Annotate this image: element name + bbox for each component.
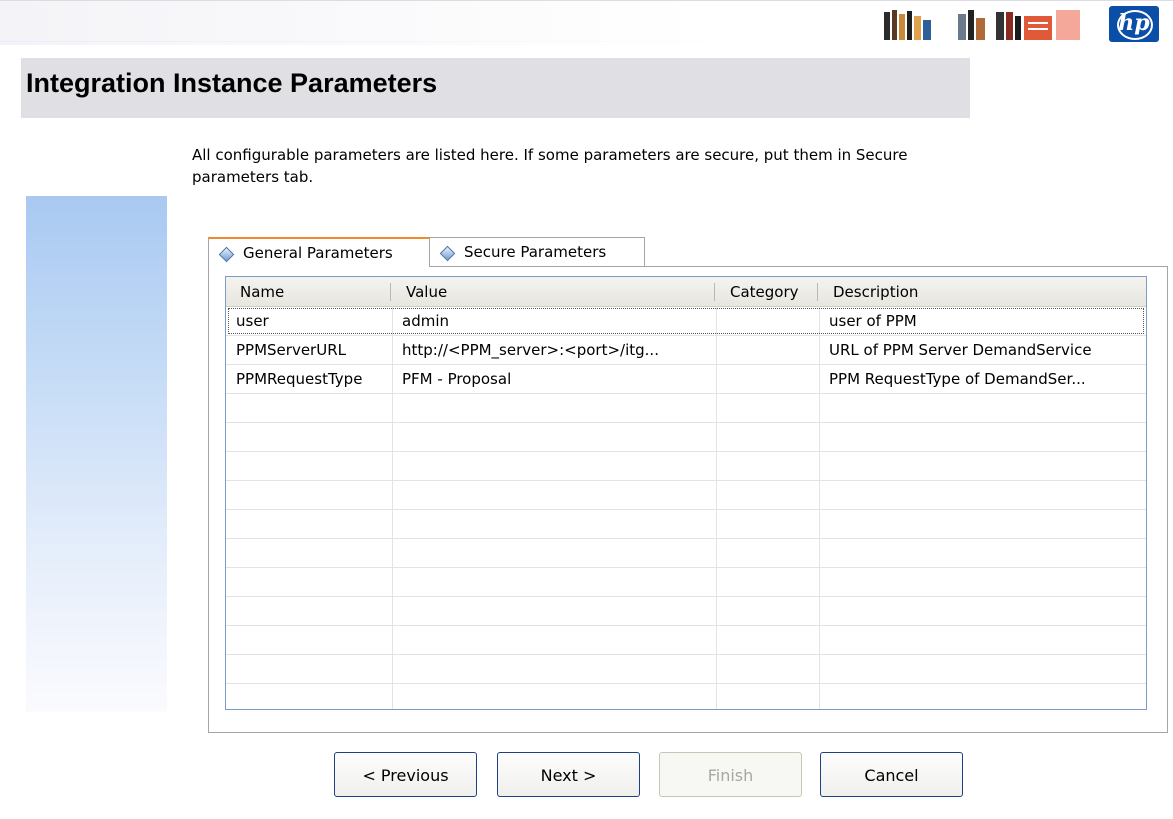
- empty-table-row: [226, 655, 1146, 684]
- finish-button[interactable]: Finish: [659, 752, 802, 797]
- side-gradient-panel: [26, 196, 167, 712]
- empty-table-row: [226, 394, 1146, 423]
- table-row[interactable]: PPMServerURL http://<PPM_server>:<port>/…: [226, 336, 1146, 365]
- cell-value[interactable]: PFM - Proposal: [392, 365, 716, 393]
- cell-value[interactable]: admin: [392, 307, 716, 335]
- column-header-value[interactable]: Value: [392, 277, 714, 306]
- cancel-button[interactable]: Cancel: [820, 752, 963, 797]
- table-row[interactable]: PPMRequestType PFM - Proposal PPM Reques…: [226, 365, 1146, 394]
- empty-table-row: [226, 597, 1146, 626]
- page-title-bar: Integration Instance Parameters: [21, 58, 970, 118]
- empty-table-row: [226, 481, 1146, 510]
- hp-logo: hp: [1109, 6, 1159, 42]
- cell-description[interactable]: URL of PPM Server DemandService: [819, 336, 1146, 364]
- empty-table-row: [226, 452, 1146, 481]
- column-header-category[interactable]: Category: [716, 277, 816, 306]
- previous-button[interactable]: < Previous: [334, 752, 477, 797]
- tab-general-parameters[interactable]: General Parameters: [208, 237, 430, 267]
- diamond-icon: [439, 245, 456, 262]
- cell-name[interactable]: user: [226, 307, 392, 335]
- column-header-description[interactable]: Description: [819, 277, 1146, 306]
- cell-category[interactable]: [716, 336, 819, 364]
- empty-table-row: [226, 423, 1146, 452]
- cell-name[interactable]: PPMServerURL: [226, 336, 392, 364]
- next-button[interactable]: Next >: [497, 752, 640, 797]
- empty-table-row: [226, 684, 1146, 709]
- empty-table-row: [226, 510, 1146, 539]
- table-header: Name Value Category Description: [226, 277, 1146, 307]
- intro-text: All configurable parameters are listed h…: [192, 146, 908, 186]
- cell-category[interactable]: [716, 307, 819, 335]
- table-row[interactable]: user admin user of PPM: [226, 307, 1146, 336]
- tab-label: General Parameters: [243, 244, 393, 262]
- tab-label: Secure Parameters: [464, 243, 607, 261]
- empty-table-row: [226, 568, 1146, 597]
- tab-strip: General Parameters Secure Parameters: [208, 237, 1168, 267]
- page-title: Integration Instance Parameters: [26, 68, 438, 98]
- banner-image: [884, 10, 1080, 40]
- diamond-icon: [218, 246, 235, 263]
- parameters-table[interactable]: Name Value Category Description user adm…: [225, 276, 1147, 710]
- tab-secure-parameters[interactable]: Secure Parameters: [429, 237, 645, 266]
- column-header-name[interactable]: Name: [226, 277, 390, 306]
- cell-category[interactable]: [716, 365, 819, 393]
- empty-table-row: [226, 539, 1146, 568]
- cell-description[interactable]: user of PPM: [819, 307, 1146, 335]
- cell-description[interactable]: PPM RequestType of DemandSer...: [819, 365, 1146, 393]
- empty-table-row: [226, 626, 1146, 655]
- cell-value[interactable]: http://<PPM_server>:<port>/itg...: [392, 336, 716, 364]
- cell-name[interactable]: PPMRequestType: [226, 365, 392, 393]
